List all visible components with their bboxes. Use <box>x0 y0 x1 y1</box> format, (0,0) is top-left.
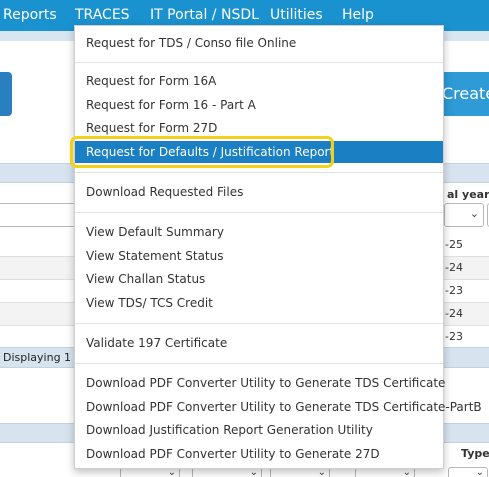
nav-it-portal-nsdl[interactable]: IT Portal / NSDL <box>150 6 259 24</box>
menu-item-validate-197-certificate[interactable]: Validate 197 Certificate <box>75 332 443 354</box>
menu-divider <box>75 212 443 213</box>
menu-divider <box>75 323 443 324</box>
left-action-button[interactable] <box>0 72 12 116</box>
chevron-down-icon: ⌄ <box>469 207 479 220</box>
menu-item-request-form-16a[interactable]: Request for Form 16A <box>75 70 443 92</box>
type-header: Type <box>461 447 489 460</box>
menu-item-download-pdf-converter-tds-certificate-partb[interactable]: Download PDF Converter Utility to Genera… <box>75 396 482 418</box>
menu-item-view-challan-status[interactable]: View Challan Status <box>75 268 443 290</box>
menu-item-view-statement-status[interactable]: View Statement Status <box>75 245 443 267</box>
financial-year-cell: -25 <box>445 238 463 251</box>
menu-item-request-form-16-part-a[interactable]: Request for Form 16 - Part A <box>75 94 443 116</box>
nav-help[interactable]: Help <box>342 6 374 24</box>
nav-reports[interactable]: Reports <box>3 6 57 24</box>
traces-dropdown-menu: Request for TDS / Conso file Online Requ… <box>74 25 482 469</box>
menu-item-download-requested-files[interactable]: Download Requested Files <box>75 181 443 203</box>
nav-utilities[interactable]: Utilities <box>270 6 323 24</box>
menu-divider <box>75 172 443 173</box>
filter-select-left[interactable] <box>0 203 76 227</box>
financial-year-cell: -23 <box>445 284 463 297</box>
menu-item-download-pdf-converter-27d[interactable]: Download PDF Converter Utility to Genera… <box>75 443 443 465</box>
financial-year-cell: -24 <box>445 307 463 320</box>
menu-item-view-default-summary[interactable]: View Default Summary <box>75 221 443 243</box>
financial-year-cell: -24 <box>445 261 463 274</box>
highlight-annotation-ring <box>70 136 334 168</box>
financial-year-header: al year <box>447 188 489 201</box>
financial-year-cell: -23 <box>445 330 463 343</box>
nav-traces[interactable]: TRACES <box>75 6 130 24</box>
menu-item-request-tds-conso-file[interactable]: Request for TDS / Conso file Online <box>75 32 443 54</box>
menu-divider <box>75 363 443 364</box>
bottom-select-5[interactable]: ⌄ <box>448 467 488 477</box>
menu-item-download-pdf-converter-tds-certificate[interactable]: Download PDF Converter Utility to Genera… <box>75 372 445 394</box>
chevron-down-icon: ⌄ <box>475 467 484 477</box>
financial-year-select[interactable]: ⌄ <box>444 203 484 227</box>
menu-item-view-tds-tcs-credit[interactable]: View TDS/ TCS Credit <box>75 292 443 314</box>
menu-divider <box>75 62 443 63</box>
menu-item-download-justification-report-utility[interactable]: Download Justification Report Generation… <box>75 419 443 441</box>
